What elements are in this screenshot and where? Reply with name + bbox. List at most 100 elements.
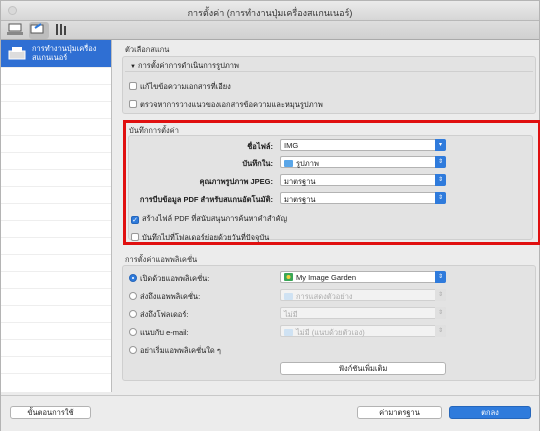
chevron-down-icon[interactable]: ▾ <box>435 139 446 151</box>
send-folder-select[interactable]: ไม่มี ⇕ <box>280 307 446 319</box>
jpeg-quality-value: มาตรฐาน <box>284 177 316 186</box>
sidebar-blank-row <box>1 204 111 221</box>
open-app-value: My Image Garden <box>296 273 357 282</box>
general-settings-tab[interactable] <box>52 22 72 39</box>
divider <box>125 71 533 72</box>
pdf-compress-value: มาตรฐาน <box>284 195 316 204</box>
sidebar-blank-row <box>1 272 111 289</box>
no-start-radio[interactable]: อย่าเริ่มแอพพลิเคชั่นใด ๆ <box>129 345 221 357</box>
triangle-down-icon: ▼ <box>130 64 136 70</box>
sidebar-blank-row <box>1 357 111 374</box>
sidebar-blank-row <box>1 255 111 272</box>
folder-icon <box>284 160 293 167</box>
send-app-radio[interactable]: ส่งถึงแอพพลิเคชั่น: <box>129 291 200 303</box>
mail-app-icon <box>284 329 293 336</box>
send-app-label: ส่งถึงแอพพลิเคชั่น: <box>140 292 201 301</box>
chevron-updown-icon: ⇕ <box>435 192 446 204</box>
sidebar: การทำงานปุ่มเครื่องสแกนเนอร์ <box>1 40 112 392</box>
send-app-value: การแสดงตัวอย่าง <box>296 292 353 301</box>
ok-button[interactable]: ตกลง <box>449 406 531 419</box>
send-folder-value: ไม่มี <box>284 310 298 319</box>
chevron-updown-icon: ⇕ <box>435 289 446 301</box>
file-name-label: ชื่อไฟล์: <box>247 142 273 151</box>
checkbox-unchecked-icon <box>129 100 137 108</box>
bottom-bar: ขั้นตอนการใช้ ค่ามาตรฐาน ตกลง <box>1 395 539 431</box>
radio-unselected-icon <box>129 310 137 318</box>
open-app-select[interactable]: My Image Garden ⇕ <box>280 271 446 283</box>
email-select[interactable]: ไม่มี (แนบด้วยตัวเอง) ⇕ <box>280 325 446 337</box>
radio-unselected-icon <box>129 328 137 336</box>
send-folder-label: ส่งถึงโฟลเดอร์: <box>140 310 189 319</box>
chevron-updown-icon: ⇕ <box>435 271 446 283</box>
sidebar-blank-row <box>1 238 111 255</box>
sidebar-blank-row <box>1 170 111 187</box>
searchable-pdf-label: สร้างไฟล์ PDF ที่สนับสนุนการค้นหาคำสำคัญ <box>142 214 288 223</box>
scanner-button-tab[interactable] <box>29 22 49 39</box>
chevron-updown-icon: ⇕ <box>435 307 446 319</box>
send-folder-radio[interactable]: ส่งถึงโฟลเดอร์: <box>129 309 188 321</box>
searchable-pdf-checkbox[interactable]: ✓ สร้างไฟล์ PDF ที่สนับสนุนการค้นหาคำสำคั… <box>131 213 287 225</box>
scan-options-title: ตัวเลือกสแกน <box>125 45 170 54</box>
sidebar-item-label: การทำงานปุ่มเครื่องสแกนเนอร์ <box>32 44 97 62</box>
open-app-radio[interactable]: เปิดด้วยแอพพลิเคชั่น: <box>129 273 209 285</box>
email-label: แนบกับ e-mail: <box>140 328 189 337</box>
sidebar-blank-row <box>1 119 111 136</box>
image-process-title: การตั้งค่าการดำเนินการรูปภาพ <box>138 61 239 70</box>
save-in-value: รูปภาพ <box>296 159 319 168</box>
save-subfolder-label: บันทึกไปที่โฟลเดอร์ย่อยด้วยวันที่ปัจจุบั… <box>142 233 270 242</box>
save-in-label: บันทึกใน: <box>242 159 273 168</box>
scanner-button-icon <box>30 23 44 34</box>
save-in-select[interactable]: รูปภาพ ⇕ <box>280 156 446 168</box>
sidebar-item-scanner-button[interactable]: การทำงานปุ่มเครื่องสแกนเนอร์ <box>1 40 111 68</box>
save-subfolder-checkbox[interactable]: บันทึกไปที่โฟลเดอร์ย่อยด้วยวันที่ปัจจุบั… <box>131 232 269 244</box>
pdf-compress-label: การบีบข้อมูล PDF สำหรับสแกนอัตโนมัติ: <box>139 195 273 204</box>
radio-unselected-icon <box>129 346 137 354</box>
sidebar-blank-row <box>1 306 111 323</box>
sidebar-blank-row <box>1 153 111 170</box>
scan-from-computer-tab[interactable] <box>6 22 26 39</box>
chevron-updown-icon: ⇕ <box>435 325 446 337</box>
sidebar-blank-row <box>1 289 111 306</box>
detect-orientation-checkbox[interactable]: ตรวจหาการวางแนวของเอกสารข้อความและหมุนรู… <box>129 99 323 111</box>
jpeg-quality-label: คุณภาพรูปภาพ JPEG: <box>199 177 273 186</box>
jpeg-quality-select[interactable]: มาตรฐาน ⇕ <box>280 174 446 186</box>
sidebar-blank-row <box>1 136 111 153</box>
radio-selected-icon <box>129 274 137 282</box>
preview-app-icon <box>284 293 293 300</box>
sidebar-blank-row <box>1 68 111 85</box>
sidebar-blank-row <box>1 221 111 238</box>
more-functions-button[interactable]: ฟังก์ชันเพิ่มเติม <box>280 362 446 375</box>
detect-orientation-label: ตรวจหาการวางแนวของเอกสารข้อความและหมุนรู… <box>140 100 323 109</box>
checkbox-unchecked-icon <box>131 233 139 241</box>
checkbox-unchecked-icon <box>129 82 137 90</box>
image-garden-icon <box>284 273 293 281</box>
file-name-input[interactable]: IMG ▾ <box>280 139 446 151</box>
correct-slant-label: แก้ไขข้อความเอกสารที่เอียง <box>140 82 231 91</box>
no-start-label: อย่าเริ่มแอพพลิเคชั่นใด ๆ <box>140 346 221 355</box>
sidebar-blank-row <box>1 102 111 119</box>
sidebar-blank-row <box>1 340 111 357</box>
chevron-updown-icon: ⇕ <box>435 174 446 186</box>
settings-window: การตั้งค่า (การทำงานปุ่มเครื่องสแกนเนอร์… <box>0 0 540 431</box>
window-title: การตั้งค่า (การทำงานปุ่มเครื่องสแกนเนอร์… <box>187 8 353 18</box>
instructions-button[interactable]: ขั้นตอนการใช้ <box>10 406 91 419</box>
sidebar-blank-row <box>1 323 111 340</box>
correct-slant-checkbox[interactable]: แก้ไขข้อความเอกสารที่เอียง <box>129 81 231 93</box>
defaults-button[interactable]: ค่ามาตรฐาน <box>357 406 442 419</box>
title-bar: การตั้งค่า (การทำงานปุ่มเครื่องสแกนเนอร์… <box>1 1 539 21</box>
file-name-value: IMG <box>284 141 299 150</box>
checkbox-checked-icon: ✓ <box>131 216 139 224</box>
scanner-icon <box>8 47 26 60</box>
sidebar-blank-row <box>1 187 111 204</box>
send-app-select[interactable]: การแสดงตัวอย่าง ⇕ <box>280 289 446 301</box>
email-value: ไม่มี (แนบด้วยตัวเอง) <box>296 328 365 337</box>
radio-unselected-icon <box>129 292 137 300</box>
pdf-compress-select[interactable]: มาตรฐาน ⇕ <box>280 192 446 204</box>
email-radio[interactable]: แนบกับ e-mail: <box>129 327 189 339</box>
scanner-computer-icon <box>7 23 23 35</box>
open-app-label: เปิดด้วยแอพพลิเคชั่น: <box>140 274 210 283</box>
toolbar <box>1 21 539 40</box>
tools-icon <box>56 24 66 35</box>
chevron-updown-icon: ⇕ <box>435 156 446 168</box>
sidebar-blank-row <box>1 85 111 102</box>
